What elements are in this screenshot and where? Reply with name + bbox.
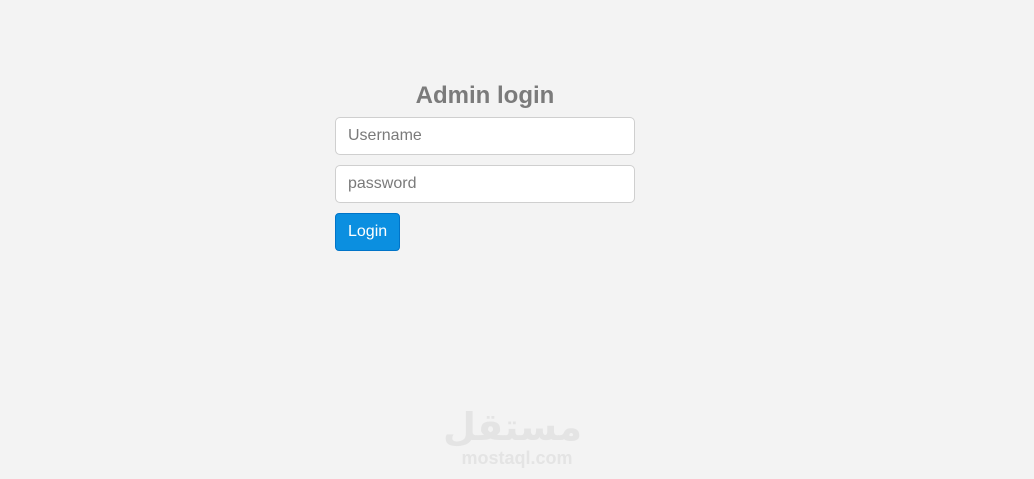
page-title: Admin login [415,82,555,109]
mostaql-watermark: مستقل mostaql.com [443,407,583,470]
watermark-latin-text: mostaql.com [461,448,573,468]
login-button[interactable]: Login [335,213,401,251]
admin-login-form: Admin login Login [335,80,635,251]
password-input[interactable] [335,165,635,203]
watermark-arabic-text: مستقل [443,407,583,449]
username-input[interactable] [335,117,635,155]
